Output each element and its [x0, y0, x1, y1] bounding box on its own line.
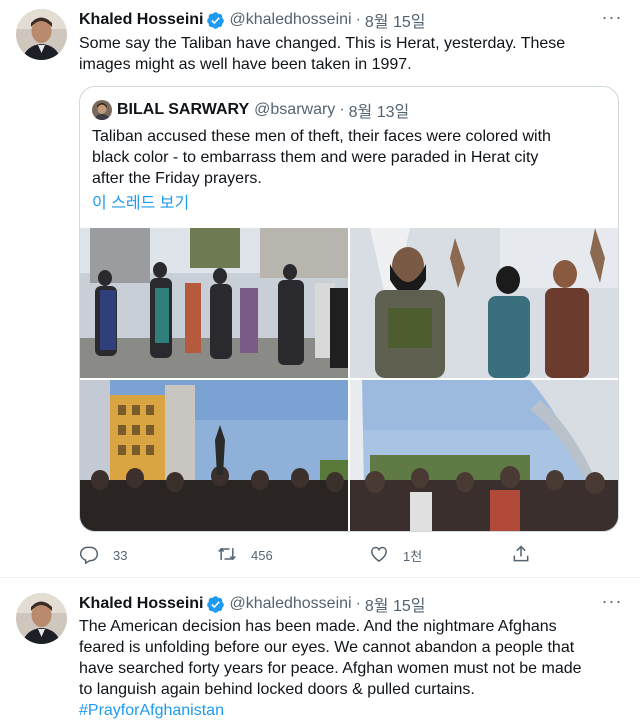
quoted-tweet-text: Taliban accused these men of theft, thei… — [92, 126, 610, 189]
author-handle[interactable]: @khaledhosseini — [229, 11, 351, 29]
avatar[interactable] — [16, 9, 67, 60]
quoted-text-line: black color - to embarrass them and were… — [92, 149, 539, 166]
author-name[interactable]: Khaled Hosseini — [79, 11, 203, 29]
verified-badge-icon — [206, 11, 225, 30]
reply-count: 33 — [113, 547, 128, 563]
verified-badge-icon — [206, 595, 225, 614]
reply-icon — [79, 544, 99, 567]
quoted-text-line: after the Friday prayers. — [92, 170, 262, 187]
reply-button[interactable]: 33 — [79, 540, 127, 570]
tweet-date[interactable]: 8월 15일 — [365, 592, 426, 616]
tweet-text: Some say the Taliban have changed. This … — [79, 33, 624, 75]
tweet-text-line: The American decision has been made. And… — [79, 618, 557, 635]
quoted-text-line: Taliban accused these men of theft, thei… — [92, 128, 551, 145]
tweet-date[interactable]: 8월 15일 — [365, 8, 426, 32]
tweet[interactable]: Khaled Hosseini @khaledhosseini · 8월 15일… — [0, 0, 640, 578]
media-photo[interactable] — [80, 380, 348, 531]
like-count: 1천 — [403, 548, 423, 564]
like-icon — [369, 544, 389, 567]
media-photo[interactable] — [80, 228, 348, 378]
author-handle[interactable]: @khaledhosseini — [229, 595, 351, 613]
tweet-text-line: have searched forty years for peace. Afg… — [79, 660, 582, 677]
quoted-tweet-date: 8월 13일 — [348, 104, 410, 121]
tweet-text-line: images might as well have been taken in … — [79, 56, 412, 73]
quoted-tweet[interactable]: BILAL SARWARY @bsarwary · 8월 13일 Taliban… — [79, 86, 619, 532]
avatar[interactable] — [16, 593, 67, 644]
quoted-tweet-header: BILAL SARWARY @bsarwary · 8월 13일 — [92, 99, 409, 121]
separator-dot: · — [355, 595, 361, 612]
separator-dot: · — [355, 11, 361, 28]
tweet[interactable]: Khaled Hosseini @khaledhosseini · 8월 15일… — [0, 579, 640, 728]
tweet-header: Khaled Hosseini @khaledhosseini · 8월 15일… — [79, 592, 624, 616]
tweet-text-line: to languish again behind locked doors & … — [79, 681, 475, 698]
more-icon[interactable]: ··· — [600, 8, 624, 31]
quoted-author-handle: @bsarwary — [254, 101, 336, 118]
tweet-actions: 33 456 1천 — [79, 540, 543, 570]
retweet-button[interactable]: 456 — [217, 540, 273, 570]
separator-dot: · — [339, 101, 345, 118]
retweet-icon — [217, 544, 237, 567]
tweet-text: The American decision has been made. And… — [79, 616, 624, 721]
avatar — [92, 100, 112, 120]
like-button[interactable]: 1천 — [369, 540, 422, 570]
more-icon[interactable]: ··· — [600, 592, 624, 615]
media-grid — [80, 228, 618, 531]
share-button[interactable] — [511, 540, 531, 570]
quoted-author-name: BILAL SARWARY — [117, 101, 250, 118]
retweet-count: 456 — [251, 547, 273, 563]
media-photo[interactable] — [350, 380, 618, 531]
share-icon — [511, 544, 531, 567]
hashtag-link[interactable]: #PrayforAfghanistan — [79, 700, 624, 721]
tweet-text-line: feared is unfolding before our eyes. We … — [79, 639, 575, 656]
media-photo[interactable] — [350, 228, 618, 378]
show-thread-link[interactable]: 이 스레드 보기 — [92, 189, 189, 213]
author-name[interactable]: Khaled Hosseini — [79, 595, 203, 613]
tweet-text-line: Some say the Taliban have changed. This … — [79, 35, 566, 52]
tweet-header: Khaled Hosseini @khaledhosseini · 8월 15일… — [79, 8, 624, 32]
